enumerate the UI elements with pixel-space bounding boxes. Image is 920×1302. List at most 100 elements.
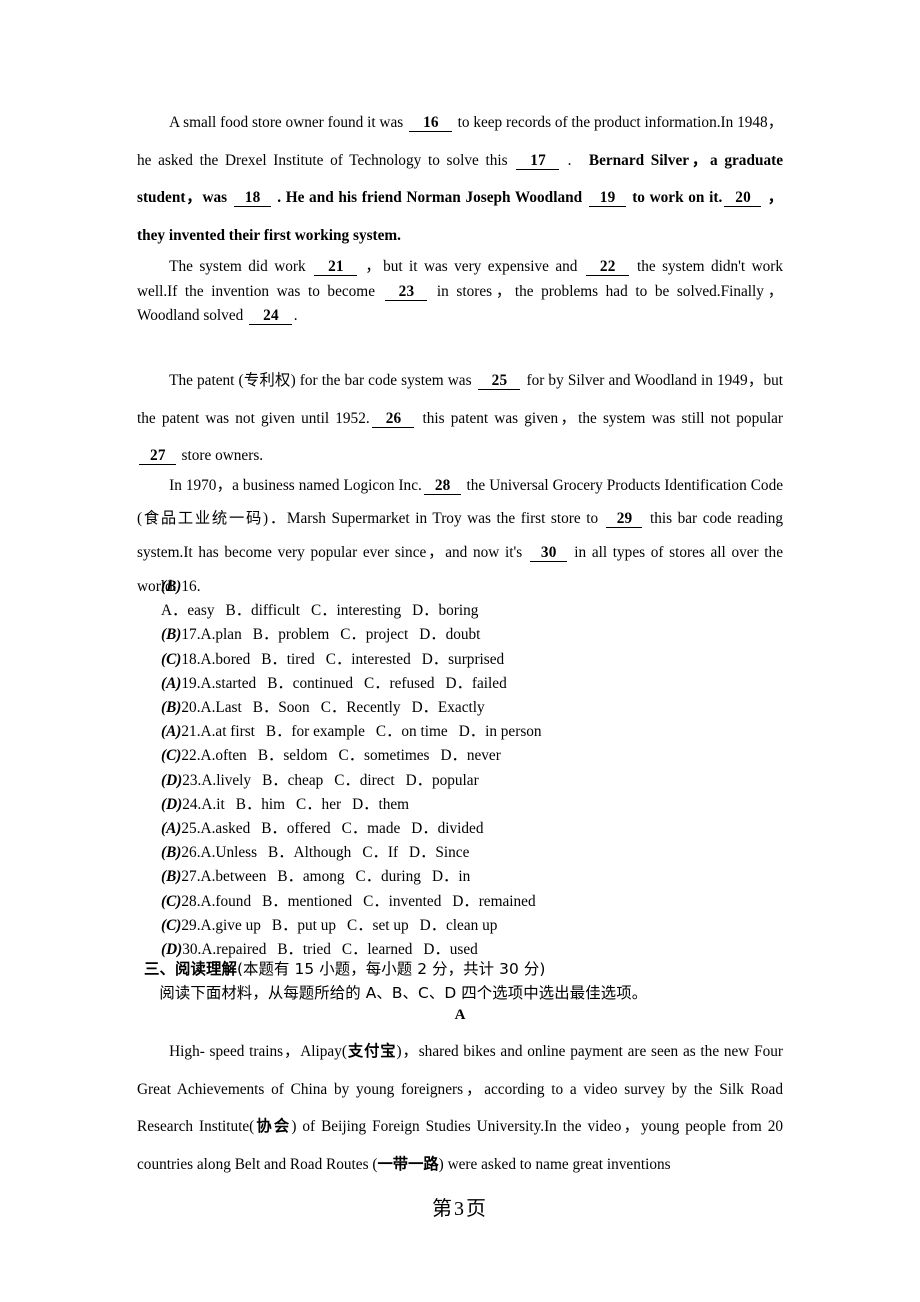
- option-choice[interactable]: D．divided: [411, 820, 483, 837]
- blank-22: 22: [585, 258, 629, 277]
- option-choice[interactable]: B．difficult: [226, 602, 301, 619]
- reading-section-header: 三、阅读理解(本题有 15 小题，每小题 2 分，共计 30 分) 阅读下面材料…: [144, 957, 784, 1006]
- section-heading-title: 三、阅读理解: [144, 960, 237, 978]
- option-choice[interactable]: C．her: [296, 796, 341, 813]
- cloze-paragraph-3: The patent (专利权) for the bar code system…: [137, 362, 783, 475]
- option-choice[interactable]: C．during: [356, 868, 421, 885]
- option-choice[interactable]: C．If: [362, 844, 398, 861]
- option-choice[interactable]: D．them: [352, 796, 409, 813]
- cloze-p1-bold2: . He and his friend Norman Joseph Woodla…: [277, 189, 583, 207]
- passage-letter-a: A: [454, 1007, 466, 1023]
- option-choice[interactable]: B．cheap: [262, 772, 323, 789]
- option-choice[interactable]: C．Recently: [321, 699, 401, 716]
- option-row: (C)29.A.give up B．put up C．set up D．clean u…: [161, 914, 781, 938]
- option-choice[interactable]: A.at first: [201, 723, 255, 740]
- option-choice[interactable]: D．failed: [446, 675, 507, 692]
- option-choice[interactable]: B．problem: [253, 626, 329, 643]
- option-choice[interactable]: D．surprised: [422, 651, 504, 668]
- option-choice[interactable]: D．never: [440, 747, 500, 764]
- blank-25: 25: [477, 372, 521, 391]
- option-choice[interactable]: B．seldom: [258, 747, 328, 764]
- option-choice[interactable]: A.asked: [201, 820, 251, 837]
- cloze-p2-seg1: The system did work: [169, 258, 306, 276]
- option-choice[interactable]: C．on time: [376, 723, 448, 740]
- cloze-passage: A small food store owner found it was 16…: [137, 104, 783, 603]
- option-choice[interactable]: D．in: [432, 868, 470, 885]
- page-footer: 第3页: [0, 1192, 920, 1225]
- option-row: (C)22.A.often B．seldom C．sometimes D．never: [161, 744, 781, 768]
- option-choice[interactable]: A.found: [201, 893, 252, 910]
- section-instruction: 阅读下面材料，从每题所给的 A、B、C、D 四个选项中选出最佳选项。: [159, 984, 648, 1003]
- option-choice[interactable]: A.Unless: [201, 844, 258, 861]
- reading-p1-cjk-alipay: 支付宝: [346, 1042, 397, 1060]
- option-choice[interactable]: A.Last: [201, 699, 242, 716]
- option-choice[interactable]: B．tired: [261, 651, 315, 668]
- option-choice[interactable]: C．set up: [347, 917, 409, 934]
- blank-20: 20: [724, 189, 761, 208]
- option-number: 18.: [181, 650, 201, 668]
- option-choice[interactable]: B．for example: [266, 723, 365, 740]
- option-row: (B)26.A.Unless B．Although C．If D．Since: [161, 841, 781, 865]
- option-choice[interactable]: B．offered: [261, 820, 330, 837]
- option-choice[interactable]: D．remained: [452, 893, 535, 910]
- section-heading: 三、阅读理解(本题有 15 小题，每小题 2 分，共计 30 分): [144, 957, 784, 981]
- option-answer-key: (B): [161, 844, 182, 862]
- reading-paragraph-1: High- speed trains，Alipay(支付宝)，shared bi…: [137, 1033, 783, 1183]
- option-choice[interactable]: B．tried: [277, 941, 331, 958]
- option-choice[interactable]: B．Soon: [253, 699, 310, 716]
- option-choice[interactable]: D．doubt: [419, 626, 480, 643]
- blank-28: 28: [423, 476, 461, 495]
- option-number: 19.: [181, 674, 201, 692]
- option-answer-key: (A): [161, 723, 182, 741]
- option-choice[interactable]: B．him: [236, 796, 285, 813]
- option-number: 30.: [182, 941, 202, 959]
- blank-16: 16: [409, 114, 452, 132]
- option-choice[interactable]: C．interested: [326, 651, 411, 668]
- option-choice[interactable]: C．sometimes: [339, 747, 430, 764]
- option-choice[interactable]: C．invented: [363, 893, 441, 910]
- option-choice[interactable]: C．learned: [342, 941, 413, 958]
- option-choice[interactable]: D．used: [423, 941, 477, 958]
- option-row: (B)16.: [161, 575, 781, 599]
- option-choice[interactable]: A.often: [201, 747, 247, 764]
- option-choice[interactable]: A.repaired: [201, 941, 266, 958]
- option-choice[interactable]: D．popular: [406, 772, 479, 789]
- cloze-p2-seg2: ，but it was very expensive and: [365, 258, 578, 276]
- option-choice[interactable]: B．continued: [267, 675, 353, 692]
- option-choice[interactable]: A.lively: [201, 772, 251, 789]
- option-choice[interactable]: C．made: [342, 820, 401, 837]
- option-answer-key: (D): [161, 771, 183, 789]
- option-choice[interactable]: B．among: [277, 868, 344, 885]
- option-answer-key: (C): [161, 892, 182, 910]
- option-choice[interactable]: D．Exactly: [412, 699, 485, 716]
- option-choice[interactable]: A.bored: [201, 651, 251, 668]
- option-choice[interactable]: B．mentioned: [262, 893, 352, 910]
- option-choice[interactable]: A.started: [201, 675, 257, 692]
- option-choice[interactable]: A.between: [201, 868, 267, 885]
- option-number: 17.: [181, 626, 201, 644]
- option-choice[interactable]: A．easy: [161, 602, 215, 619]
- option-choice[interactable]: A.it: [201, 796, 224, 813]
- option-row: (D)23.A.lively B．cheap C．direct D．popular: [161, 769, 781, 793]
- option-choice[interactable]: D．Since: [409, 844, 469, 861]
- option-choice[interactable]: C．project: [340, 626, 408, 643]
- blank-29: 29: [605, 510, 643, 529]
- option-row: (A)25.A.asked B．offered C．made D．divided: [161, 817, 781, 841]
- option-choice[interactable]: D．in person: [459, 723, 542, 740]
- option-choice[interactable]: A.give up: [201, 917, 261, 934]
- option-choice[interactable]: B．Although: [268, 844, 351, 861]
- cloze-paragraph-2: The system did work 21 ，but it was very …: [137, 255, 783, 328]
- option-answer-key: (A): [161, 674, 182, 692]
- option-choice[interactable]: D．clean up: [420, 917, 498, 934]
- option-number: 29.: [181, 916, 201, 934]
- option-choice[interactable]: C．interesting: [311, 602, 401, 619]
- option-choice[interactable]: C．refused: [364, 675, 435, 692]
- option-row: (A)21.A.at first B．for example C．on time D．…: [161, 720, 781, 744]
- option-choice[interactable]: B．put up: [272, 917, 336, 934]
- blank-30: 30: [529, 543, 567, 562]
- option-choice[interactable]: A.plan: [201, 626, 242, 643]
- blank-24: 24: [249, 306, 292, 325]
- option-row: (A)19.A.started B．continued C．refused D．fai…: [161, 672, 781, 696]
- option-choice[interactable]: D．boring: [412, 602, 478, 619]
- option-choice[interactable]: C．direct: [334, 772, 394, 789]
